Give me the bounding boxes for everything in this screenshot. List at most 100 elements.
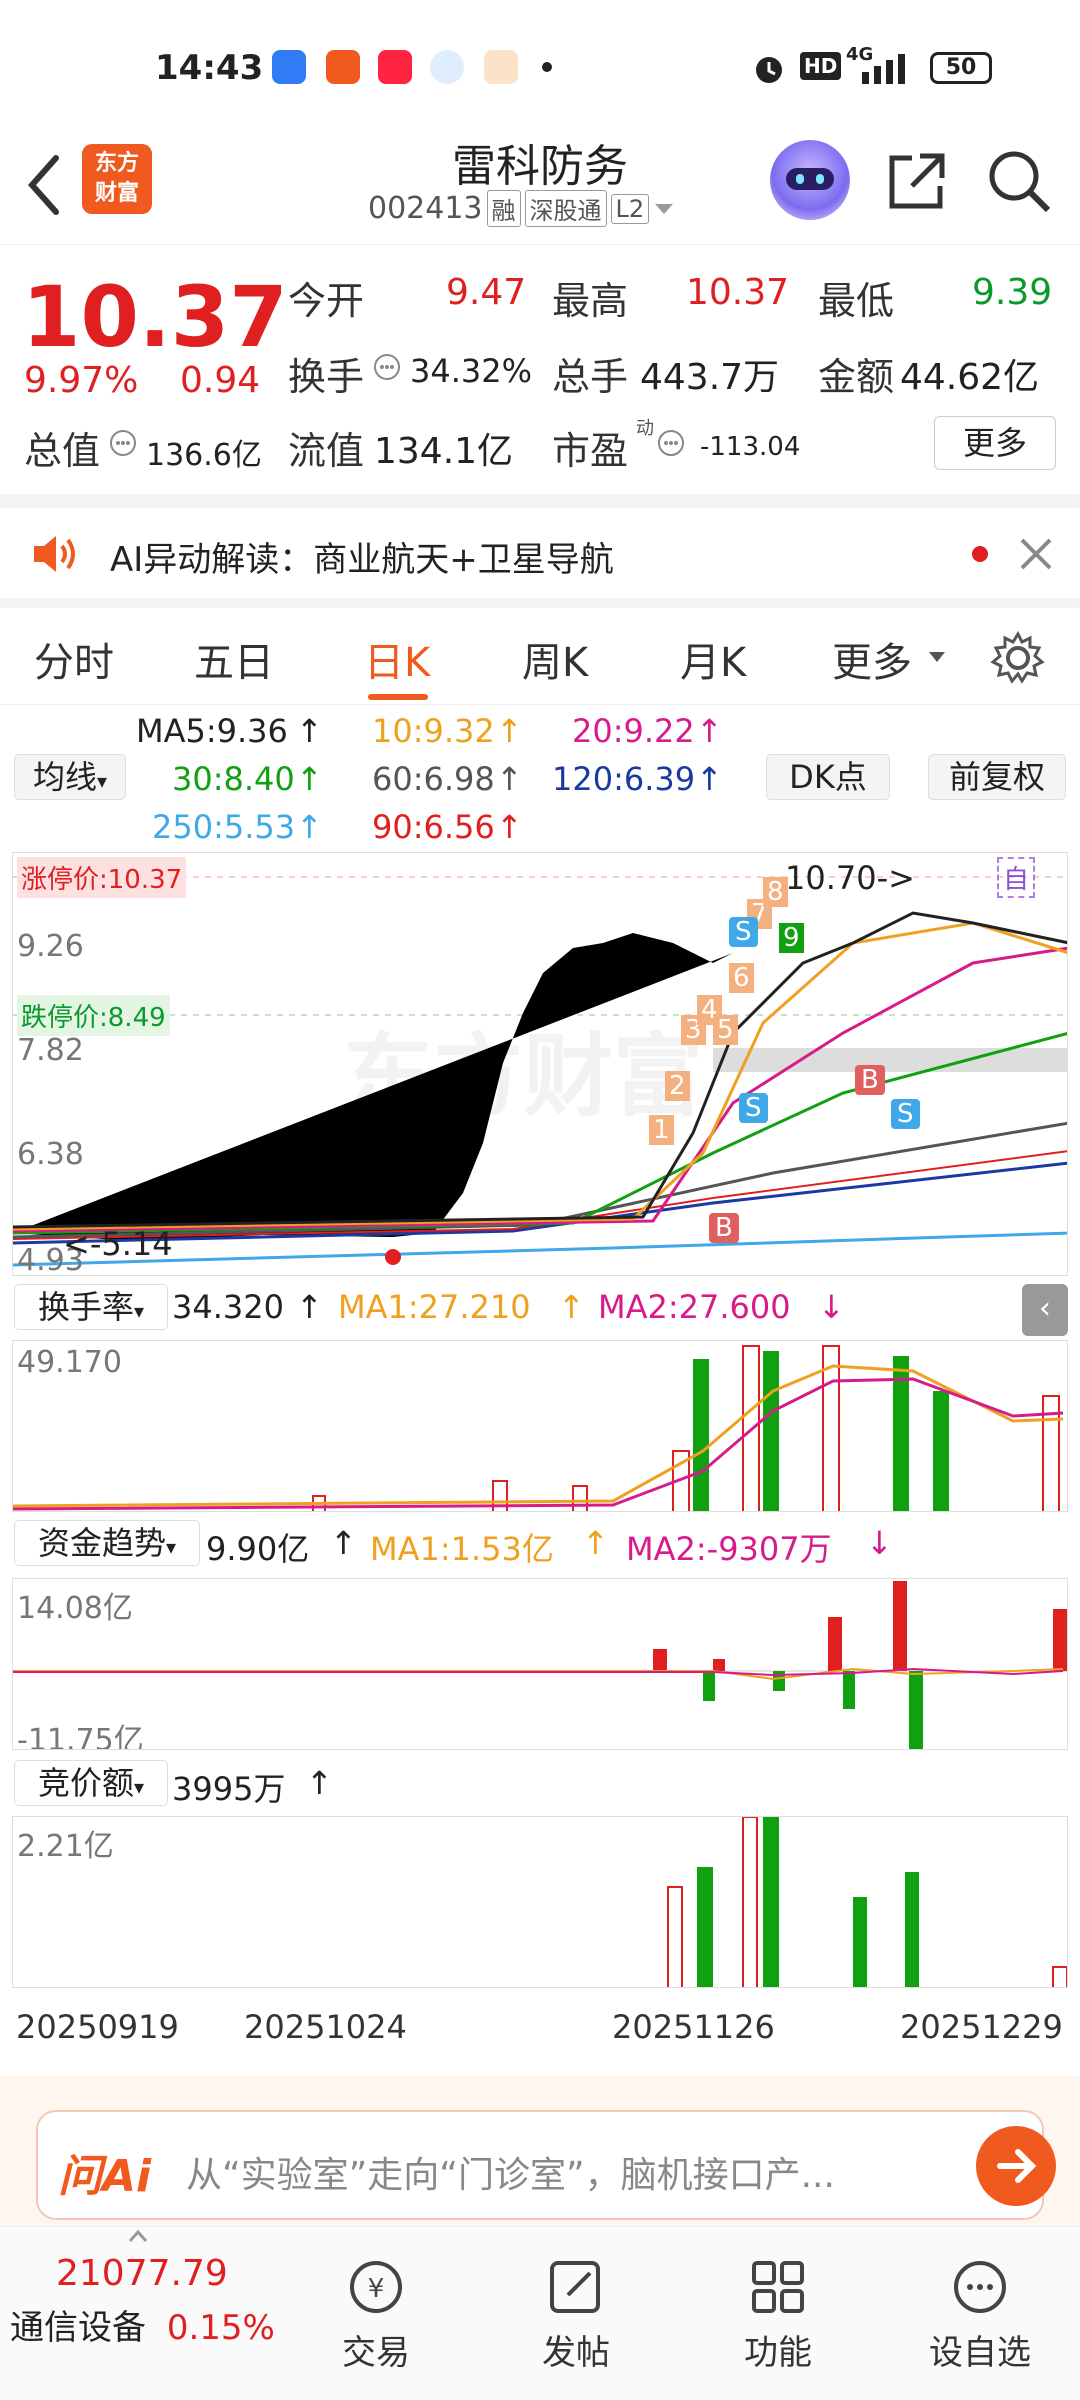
nav-post[interactable]: 发帖	[496, 2257, 656, 2374]
ai-insight-bar[interactable]: AI异动解读：商业航天+卫星导航	[0, 508, 1080, 598]
low-label: 最低	[818, 279, 895, 323]
ma30-arrow: ↑	[296, 760, 323, 798]
settings-gear-icon[interactable]	[990, 630, 1046, 686]
dropdown-icon: ▾	[133, 1775, 145, 1799]
signal-marker: 5	[713, 1015, 738, 1045]
ma250-label: 250:5.53	[152, 808, 296, 846]
divider	[0, 494, 1080, 508]
amount-label: 金额	[818, 355, 895, 399]
ma60-arrow: ↑	[496, 760, 523, 798]
collapse-panel-button[interactable]: ‹	[1022, 1284, 1068, 1336]
auction-value: 3995万	[172, 1770, 286, 1808]
price-adjust-label: 前复权	[948, 758, 1045, 796]
more-notifications-icon	[542, 62, 552, 72]
auction-chart[interactable]: 2.21亿	[12, 1816, 1068, 1988]
turnover-ma1: MA1:27.210	[338, 1288, 531, 1326]
float-label: 流值	[288, 429, 365, 473]
y-axis-label: 7.82	[17, 1033, 84, 1068]
kline-chart[interactable]: 东方财富 涨停价:10.37 跌停价:8.49 9.26 7.82 6.38 4…	[12, 852, 1068, 1276]
status-time: 14:43	[155, 48, 264, 88]
turnover-value: 34.32%	[410, 352, 533, 390]
close-icon[interactable]	[1018, 536, 1054, 572]
fund-trend-ma1: MA1:1.53亿	[370, 1530, 554, 1568]
event-dot	[385, 1249, 401, 1265]
x-axis-label: 20250919	[16, 2008, 179, 2046]
price-adjust-button[interactable]: 前复权	[928, 754, 1066, 800]
volume-value: 443.7万	[640, 357, 780, 398]
index-name: 通信设备	[10, 2308, 146, 2348]
signal-marker: 8	[763, 877, 788, 907]
more-dots-icon	[954, 2261, 1006, 2313]
tab-more[interactable]: 更多	[832, 630, 912, 688]
ma10-arrow: ↑	[496, 712, 523, 750]
ask-ai-brand: 问Ai	[58, 2151, 152, 2202]
volume-label: 总手	[552, 355, 629, 399]
limit-up-label: 涨停价:10.37	[17, 857, 187, 898]
sell-marker: S	[739, 1093, 768, 1123]
change-pct: 9.97%	[24, 360, 139, 401]
x-axis-label: 20251126	[612, 2008, 775, 2046]
arrow-right-icon	[997, 2149, 1037, 2183]
tab-five-day[interactable]: 五日	[194, 630, 274, 688]
dropdown-icon	[929, 652, 945, 662]
open-value: 9.47	[446, 272, 527, 313]
search-icon[interactable]	[984, 146, 1054, 216]
divider	[0, 598, 1080, 608]
app-notification-icon	[326, 50, 360, 84]
index-value: 21077.79	[56, 2253, 228, 2294]
mcap-value: 136.6亿	[146, 438, 262, 473]
turnover-ma2: MA2:27.600	[598, 1288, 791, 1326]
nav-post-label: 发帖	[542, 2333, 610, 2373]
ai-robot-icon[interactable]	[770, 140, 850, 220]
last-price: 10.37	[22, 268, 288, 366]
battery-level: 50	[945, 55, 977, 80]
info-icon[interactable]	[108, 428, 138, 458]
ma120-arrow: ↑	[696, 760, 723, 798]
tab-weekly-k[interactable]: 周K	[522, 630, 588, 688]
dropdown-icon: ▾	[165, 1535, 177, 1559]
fund-trend-indicator-button[interactable]: 资金趋势▾	[14, 1520, 200, 1566]
dk-point-button[interactable]: DK点	[766, 754, 890, 800]
float-value: 134.1亿	[374, 431, 514, 472]
ma20-label: 20:9.22	[572, 712, 695, 750]
auction-arrow: ↑	[306, 1764, 333, 1802]
alarm-icon	[756, 57, 782, 83]
ma250-arrow: ↑	[296, 808, 323, 846]
x-axis-label: 20251229	[900, 2008, 1063, 2046]
trade-icon: ¥	[350, 2261, 402, 2313]
turnover-chart[interactable]: 49.170	[12, 1340, 1068, 1512]
nav-functions-label: 功能	[744, 2333, 812, 2373]
auction-indicator-button[interactable]: 竞价额▾	[14, 1760, 168, 1806]
ask-ai-bar[interactable]: 问Ai 从“实验室”走向“门诊室”，脑机接口产...	[36, 2110, 1056, 2220]
ma-selector-button[interactable]: 均线▾	[14, 754, 126, 800]
index-ticker[interactable]: 21077.79 通信设备 0.15%	[10, 2253, 280, 2349]
nav-add-watchlist[interactable]: 设自选	[900, 2257, 1060, 2374]
speaker-icon	[34, 536, 75, 572]
turnover-arrow: ↑	[296, 1288, 323, 1326]
tab-intraday[interactable]: 分时	[34, 630, 114, 688]
ma120-label: 120:6.39	[552, 760, 696, 798]
tab-daily-k[interactable]: 日K	[364, 630, 430, 688]
low-value: 9.39	[972, 272, 1053, 313]
stock-code-row[interactable]: 002413 融 深股通 L2	[368, 190, 675, 227]
fund-trend-ma2: MA2:-9307万	[626, 1530, 832, 1568]
browser-icon	[430, 50, 464, 84]
turnover-indicator-button[interactable]: 换手率▾	[14, 1284, 168, 1330]
more-quote-button[interactable]: 更多	[934, 416, 1056, 470]
sell-marker: S	[891, 1099, 920, 1129]
info-icon[interactable]	[656, 428, 686, 458]
buy-marker: B	[855, 1065, 885, 1095]
info-icon[interactable]	[372, 352, 402, 382]
nav-trade[interactable]: ¥ 交易	[296, 2257, 456, 2374]
tab-monthly-k[interactable]: 月K	[680, 630, 746, 688]
app-notification-icon	[484, 50, 518, 84]
y-axis-label: 6.38	[17, 1137, 84, 1172]
fund-trend-chart[interactable]: 14.08亿 -11.75亿	[12, 1578, 1068, 1750]
high-value: 10.37	[686, 272, 790, 313]
share-icon[interactable]	[882, 146, 952, 216]
ask-ai-go-button[interactable]	[976, 2126, 1056, 2206]
pe-label: 市盈	[552, 429, 629, 473]
ma-selector-label: 均线	[32, 758, 97, 796]
nav-functions[interactable]: 功能	[698, 2257, 858, 2374]
low-price-marker: <-5.14	[63, 1225, 173, 1263]
